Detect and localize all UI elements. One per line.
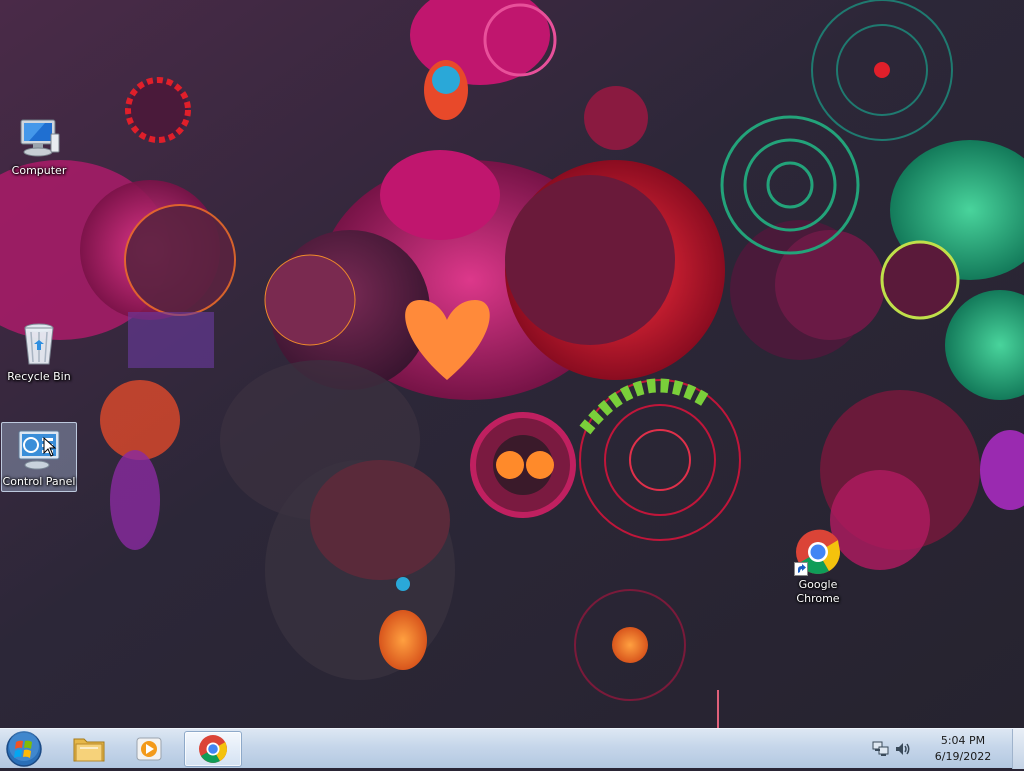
taskbar-file-explorer[interactable]: [62, 731, 116, 767]
desktop-icon-label: Google Chrome: [796, 578, 840, 605]
media-player-icon: [136, 737, 162, 761]
mouse-cursor-icon: [43, 437, 57, 457]
desktop-icon-label: Control Panel: [2, 475, 76, 488]
clock-date: 6/19/2022: [934, 750, 992, 763]
computer-icon: [15, 114, 63, 162]
desktop-icon-google-chrome[interactable]: Google Chrome: [780, 526, 856, 608]
clock-time: 5:04 PM: [940, 734, 986, 747]
system-tray: 5:04 PM 6/19/2022: [870, 729, 1010, 769]
desktop-icon-label: Computer: [11, 164, 67, 177]
desktop-wallpaper: [0, 0, 1024, 728]
chrome-icon: [794, 528, 842, 576]
desktop-icon-computer[interactable]: Computer: [1, 112, 77, 180]
desktop-icon-label: Recycle Bin: [7, 370, 71, 383]
volume-icon[interactable]: [894, 740, 912, 758]
show-desktop-button[interactable]: [1012, 729, 1024, 769]
file-explorer-icon: [73, 738, 105, 762]
shortcut-arrow-icon: [794, 562, 808, 576]
taskbar-google-chrome[interactable]: [184, 731, 242, 767]
chrome-icon: [199, 735, 227, 763]
windows-start-icon: [6, 731, 42, 767]
desktop-icon-control-panel[interactable]: Control Panel: [1, 422, 77, 492]
network-icon[interactable]: [872, 740, 890, 758]
recycle-bin-icon: [15, 320, 63, 368]
control-panel-icon: [15, 425, 63, 473]
taskbar-media-player[interactable]: [122, 731, 176, 767]
desktop-icon-recycle-bin[interactable]: Recycle Bin: [1, 318, 77, 386]
taskbar-clock[interactable]: 5:04 PM 6/19/2022: [928, 733, 998, 765]
start-button[interactable]: [4, 730, 44, 768]
taskbar: 5:04 PM 6/19/2022: [0, 728, 1024, 769]
